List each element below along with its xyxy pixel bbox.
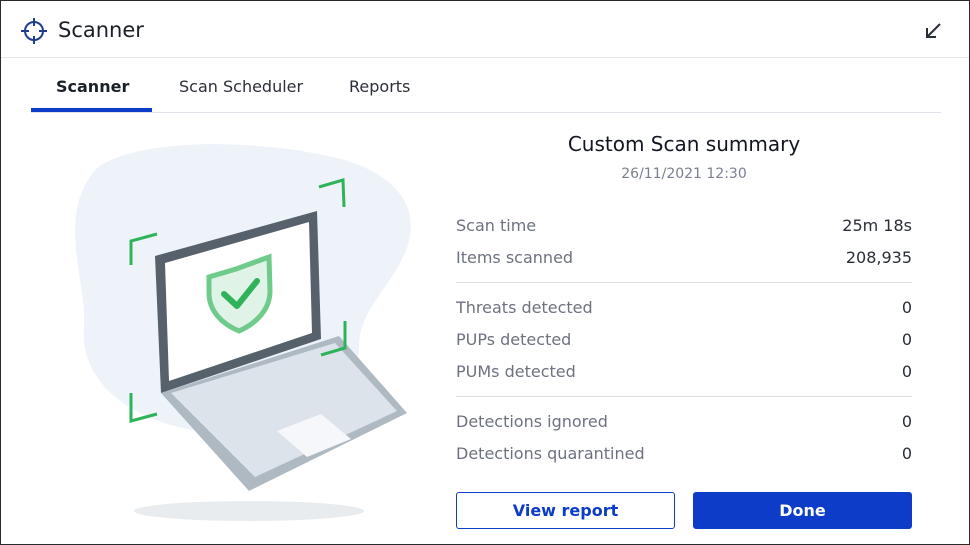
stat-row-ignored: Detections ignored 0 [456,409,912,433]
stat-row-quarantined: Detections quarantined 0 [456,441,912,465]
stat-label: Scan time [456,215,537,235]
crosshair-icon [21,18,47,44]
stat-value: 0 [901,329,912,349]
title-bar: Scanner [1,1,969,58]
minimize-arrow-icon[interactable] [922,20,944,42]
stat-value: 0 [901,361,912,381]
done-button[interactable]: Done [693,492,912,529]
stat-value: 0 [901,411,912,431]
tab-bar: Scanner Scan Scheduler Reports [31,69,941,113]
stat-value: 0 [901,443,912,463]
summary-title: Custom Scan summary [567,132,801,156]
tab-scan-scheduler[interactable]: Scan Scheduler [179,77,303,96]
summary-date: 26/11/2021 12:30 [621,166,747,182]
stat-label: Detections ignored [456,411,608,431]
window-title: Scanner [58,18,144,42]
stat-value: 25m 18s [842,215,912,235]
stat-label: PUMs detected [456,361,576,381]
section-divider [456,396,912,397]
stat-label: Threats detected [456,297,593,317]
stat-label: Detections quarantined [456,443,645,463]
stat-label: PUPs detected [456,329,572,349]
stat-label: Items scanned [456,247,574,267]
stat-row-items-scanned: Items scanned 208,935 [456,245,912,269]
scanner-window: Scanner Scanner Scan Scheduler Reports C… [0,0,970,545]
view-report-button[interactable]: View report [456,492,675,529]
tab-scanner[interactable]: Scanner [56,77,129,96]
laptop-shield-check-icon [75,144,411,521]
section-divider [456,282,912,283]
active-tab-indicator [31,108,152,112]
stat-value: 0 [901,297,912,317]
stat-row-scan-time: Scan time 25m 18s [456,213,912,237]
stat-row-threats: Threats detected 0 [456,295,912,319]
stat-row-pums: PUMs detected 0 [456,359,912,383]
stat-row-pups: PUPs detected 0 [456,327,912,351]
stat-value: 208,935 [845,247,912,267]
tab-reports[interactable]: Reports [349,77,410,96]
